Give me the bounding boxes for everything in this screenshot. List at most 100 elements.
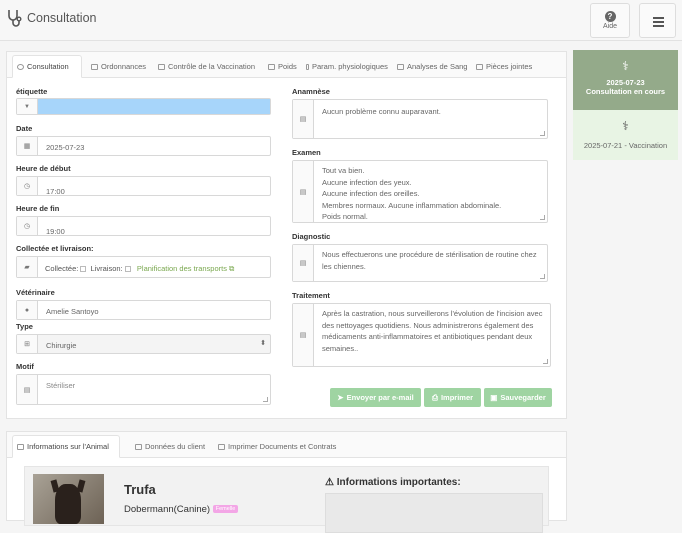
brand: Consultation bbox=[6, 9, 97, 27]
start-time-field[interactable]: ◷ 17:00 bbox=[16, 176, 271, 196]
paw-icon bbox=[17, 443, 24, 450]
print-button[interactable]: ⎙ Imprimer bbox=[424, 388, 481, 407]
doctor-icon: ⚕ bbox=[622, 59, 629, 73]
tab-consultation[interactable]: Consultation bbox=[12, 55, 82, 78]
consultation-panel: Consultation Ordonnances Contrôle de la … bbox=[6, 51, 567, 419]
thermometer-icon bbox=[306, 63, 309, 70]
user-icon bbox=[135, 443, 142, 450]
delivery-label: Livraison: bbox=[90, 264, 123, 273]
select-arrows-icon: ⬍ bbox=[260, 340, 266, 347]
attachment-icon bbox=[476, 63, 483, 70]
anamnese-label: Anamnèse bbox=[292, 87, 330, 96]
tab-vaccination[interactable]: Contrôle de la Vaccination bbox=[154, 55, 259, 78]
paper-plane-icon: ➤ bbox=[337, 393, 344, 402]
clock-icon: ◷ bbox=[17, 217, 38, 235]
email-button[interactable]: ➤ Envoyer par e-mail bbox=[330, 388, 421, 407]
help-button[interactable]: ? Aide bbox=[590, 3, 630, 38]
animal-info-box: Trufa Dobermann(Canine) Femelle ⚠ Inform… bbox=[24, 466, 549, 533]
consultation-card-current[interactable]: ⚕ 2025-07-23 Consultation en cours bbox=[573, 50, 678, 110]
pet-name: Trufa bbox=[124, 482, 156, 497]
examen-value: Tout va bien. Aucune infection des yeux.… bbox=[322, 166, 502, 221]
tab-print-docs[interactable]: Imprimer Documents et Contrats bbox=[214, 435, 340, 458]
examen-label: Examen bbox=[292, 148, 321, 157]
top-bar: Consultation ? Aide bbox=[0, 0, 682, 41]
printer-icon: ⎙ bbox=[431, 392, 438, 402]
tab-animal-info[interactable]: Informations sur l'Animal bbox=[12, 435, 120, 458]
traitement-textarea[interactable]: ▤ Après la castration, nous surveillerons… bbox=[292, 303, 551, 367]
date-value: 2025-07-23 bbox=[46, 143, 85, 152]
vaccine-icon bbox=[158, 63, 165, 70]
animal-tabs: Informations sur l'Animal Données du cli… bbox=[7, 432, 566, 458]
start-time-value: 17:00 bbox=[46, 187, 65, 196]
tab-param-physio[interactable]: Param. physiologiques bbox=[302, 55, 392, 78]
diagnostic-label: Diagnostic bbox=[292, 232, 331, 241]
page-title: Consultation bbox=[27, 11, 97, 25]
document-icon: ▤ bbox=[293, 161, 314, 222]
traitement-value: Après la castration, nous surveillerons … bbox=[322, 309, 543, 353]
collect-field: ▰ Collectée: Livraison: Planification de… bbox=[16, 256, 271, 278]
stethoscope-icon bbox=[17, 63, 24, 70]
anamnese-value: Aucun problème connu auparavant. bbox=[322, 107, 441, 116]
stethoscope-icon: ⚕ bbox=[622, 119, 629, 133]
delivery-checkbox[interactable] bbox=[124, 266, 131, 273]
diagnostic-textarea[interactable]: ▤ Nous effectuerons une procédure de stér… bbox=[292, 244, 548, 282]
card-subtitle: Consultation en cours bbox=[585, 87, 666, 96]
prescription-icon bbox=[91, 63, 98, 70]
pet-breed: Dobermann(Canine) bbox=[124, 504, 211, 515]
etiquette-color bbox=[38, 99, 270, 114]
question-icon: ? bbox=[604, 11, 616, 22]
vet-field[interactable]: ● Amelie Santoyo bbox=[16, 300, 271, 320]
tab-poids[interactable]: Poids bbox=[264, 55, 301, 78]
etiquette-select[interactable]: ▼ bbox=[16, 98, 271, 115]
warning-icon: ⚠ bbox=[325, 477, 334, 488]
vet-label: Vétérinaire bbox=[16, 288, 55, 297]
plus-square-icon: ⊞ bbox=[17, 335, 38, 353]
end-time-field[interactable]: ◷ 19:00 bbox=[16, 216, 271, 236]
vet-value: Amelie Santoyo bbox=[46, 307, 99, 316]
start-time-label: Heure de début bbox=[16, 164, 71, 173]
clock-icon: ◷ bbox=[17, 177, 38, 195]
planning-link[interactable]: Planification des transports bbox=[137, 264, 227, 273]
consultation-tabs: Consultation Ordonnances Contrôle de la … bbox=[7, 52, 566, 78]
card-date: 2025-07-21 bbox=[583, 141, 623, 150]
important-info-box bbox=[325, 493, 543, 533]
pet-photo bbox=[33, 474, 104, 524]
type-value: Chirurgie bbox=[46, 341, 77, 350]
motif-textarea[interactable]: ▤ Stériliser bbox=[16, 374, 271, 405]
stethoscope-icon bbox=[8, 10, 22, 27]
weight-chart-icon bbox=[268, 63, 275, 70]
collected-checkbox[interactable] bbox=[80, 266, 87, 273]
user-icon: ● bbox=[17, 301, 38, 319]
motif-label: Motif bbox=[16, 362, 34, 371]
tab-client-data[interactable]: Données du client bbox=[131, 435, 209, 458]
sex-badge: Femelle bbox=[212, 505, 239, 514]
date-field[interactable]: ▦ 2025-07-23 bbox=[16, 136, 271, 156]
card-subtitle: Vaccination bbox=[628, 141, 668, 150]
examen-textarea[interactable]: ▤ Tout va bien. Aucune infection des yeux… bbox=[292, 160, 548, 223]
document-icon: ▤ bbox=[293, 245, 314, 281]
document-icon: ▤ bbox=[17, 375, 38, 404]
external-link-icon[interactable]: ⧉ bbox=[227, 264, 234, 273]
tab-pieces-jointes[interactable]: Pièces jointes bbox=[472, 55, 536, 78]
diagnostic-value: Nous effectuerons une procédure de stéri… bbox=[322, 250, 537, 271]
blood-test-icon bbox=[397, 63, 404, 70]
consultation-card-past[interactable]: ⚕ 2025-07-21 - Vaccination bbox=[573, 110, 678, 160]
motif-placeholder: Stériliser bbox=[46, 381, 76, 390]
caret-down-icon: ▼ bbox=[17, 99, 38, 114]
card-date: 2025-07-23 bbox=[606, 78, 645, 87]
tab-ordonnances[interactable]: Ordonnances bbox=[87, 55, 150, 78]
menu-button[interactable] bbox=[639, 3, 676, 38]
collected-label: Collectée: bbox=[45, 264, 79, 273]
document-icon: ▤ bbox=[293, 100, 314, 138]
tab-analyses-sang[interactable]: Analyses de Sang bbox=[393, 55, 471, 78]
traitement-label: Traitement bbox=[292, 291, 330, 300]
document-icon: ▤ bbox=[293, 304, 314, 366]
save-button[interactable]: ▣ Sauvegarder bbox=[484, 388, 552, 407]
type-select[interactable]: ⊞ Chirurgie ⬍ bbox=[16, 334, 271, 354]
calendar-icon: ▦ bbox=[17, 137, 38, 155]
printer-icon bbox=[218, 443, 225, 450]
animal-info-panel: Informations sur l'Animal Données du cli… bbox=[6, 431, 567, 533]
etiquette-label: étiquette bbox=[16, 87, 48, 96]
collect-label: Collectée et livraison: bbox=[16, 244, 94, 253]
anamnese-textarea[interactable]: ▤ Aucun problème connu auparavant. bbox=[292, 99, 548, 139]
